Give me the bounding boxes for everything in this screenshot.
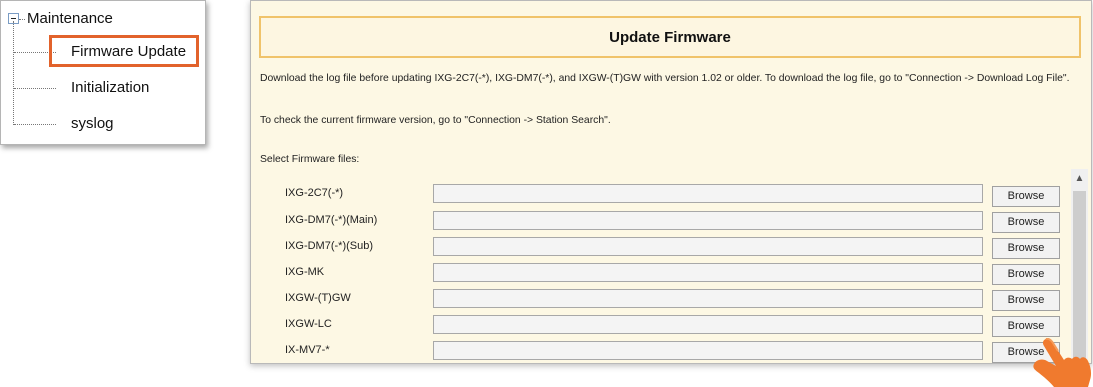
tree-item-firmware-update[interactable]: Firmware Update — [71, 43, 186, 60]
navigation-tree: Maintenance Firmware Update Initializati… — [0, 0, 206, 145]
firmware-path-input-ixgw-tgw[interactable] — [433, 289, 983, 308]
firmware-path-input-ixgw-lc[interactable] — [433, 315, 983, 334]
browse-button-ixg-dm7-main[interactable]: Browse — [992, 212, 1060, 233]
tree-connector — [13, 21, 14, 125]
browse-button-ixg-dm7-sub[interactable]: Browse — [992, 238, 1060, 259]
log-file-notice: Download the log file before updating IX… — [260, 73, 1070, 84]
browse-button-ixg-2c7[interactable]: Browse — [992, 186, 1060, 207]
title-banner: Update Firmware — [259, 16, 1081, 58]
update-firmware-panel: Update Firmware Download the log file be… — [250, 0, 1092, 364]
firmware-path-input-ixg-mk[interactable] — [433, 263, 983, 282]
page-title: Update Firmware — [609, 28, 731, 46]
browse-button-ixgw-lc[interactable]: Browse — [992, 316, 1060, 337]
tree-item-initialization[interactable]: Initialization — [71, 79, 149, 96]
firmware-row-label: IXGW-(T)GW — [285, 292, 351, 304]
pointing-hand-icon — [1033, 338, 1092, 387]
tree-connector — [14, 88, 56, 89]
tree-connector — [14, 124, 56, 125]
firmware-row-label: IX-MV7-* — [285, 344, 330, 356]
vertical-scrollbar[interactable]: ▲ — [1071, 169, 1088, 363]
select-files-label: Select Firmware files: — [260, 154, 360, 165]
chevron-up-icon[interactable]: ▲ — [1071, 169, 1088, 186]
firmware-row-label: IXG-2C7(-*) — [285, 187, 344, 199]
firmware-row-label: IXG-DM7(-*)(Sub) — [285, 240, 374, 252]
firmware-row-label: IXG-DM7(-*)(Main) — [285, 214, 378, 226]
version-check-notice: To check the current firmware version, g… — [260, 115, 611, 126]
firmware-row-label: IXG-MK — [285, 266, 325, 278]
browse-button-ixgw-tgw[interactable]: Browse — [992, 290, 1060, 311]
firmware-row-label: IXGW-LC — [285, 318, 332, 330]
tree-item-syslog[interactable]: syslog — [71, 115, 114, 132]
tree-connector — [19, 19, 25, 20]
firmware-path-input-ixg-2c7[interactable] — [433, 184, 983, 203]
firmware-path-input-ix-mv7[interactable] — [433, 341, 983, 360]
firmware-path-input-ixg-dm7-sub[interactable] — [433, 237, 983, 256]
browse-button-ixg-mk[interactable]: Browse — [992, 264, 1060, 285]
firmware-path-input-ixg-dm7-main[interactable] — [433, 211, 983, 230]
tree-root-maintenance[interactable]: Maintenance — [27, 10, 113, 27]
